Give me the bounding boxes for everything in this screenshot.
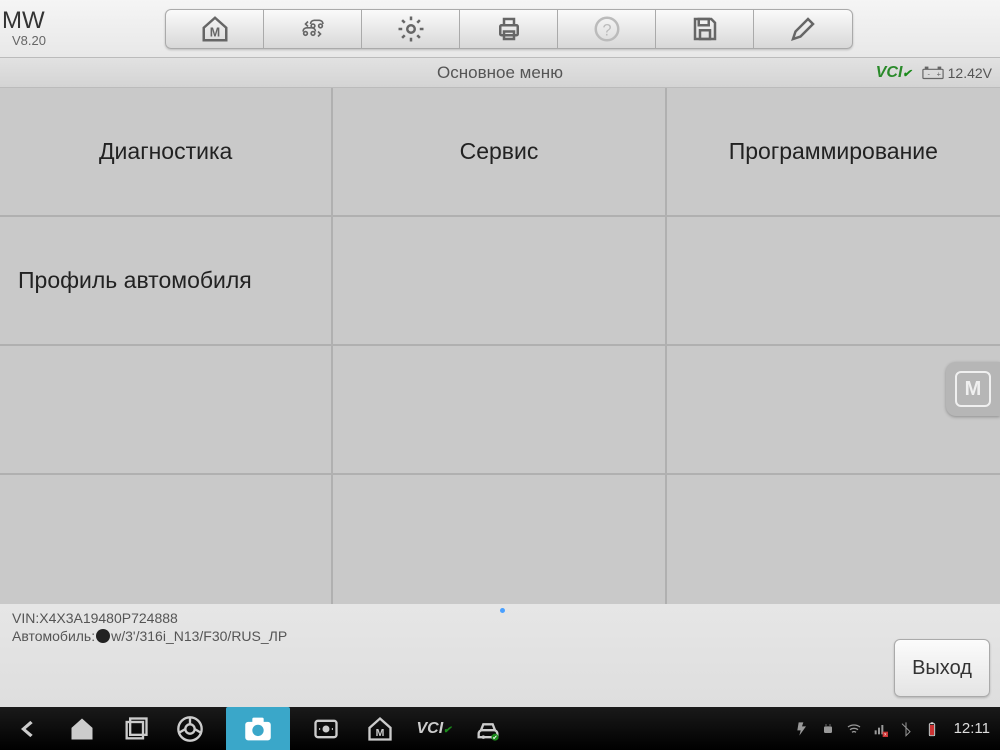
settings-button[interactable] [362, 10, 460, 48]
android-icon [820, 721, 836, 737]
bluetooth-icon [898, 721, 914, 737]
print-button[interactable] [460, 10, 558, 48]
vin-value: X4X3A19480P724888 [39, 610, 178, 626]
nav-camera-button[interactable] [226, 707, 290, 750]
nav-home-button[interactable] [64, 711, 100, 747]
page-title: Основное меню [437, 63, 563, 83]
nav-maxisys-button[interactable]: M [362, 711, 398, 747]
help-icon: ? [592, 14, 622, 44]
camera-icon [241, 712, 275, 746]
status-area: VCI✔ -+ 12.42V [876, 64, 992, 82]
nav-brightness-button[interactable] [308, 711, 344, 747]
menu-empty-cell [667, 475, 1000, 604]
menu-empty-cell [333, 217, 666, 346]
vehicle-line: Автомобиль: w/3'/316i_N13/F30/RUS_ЛР [12, 628, 988, 644]
pencil-icon [788, 14, 818, 44]
redacted-dot [96, 629, 110, 643]
page-dot-indicator [500, 608, 505, 613]
main-menu-grid: Диагностика Сервис Программирование Проф… [0, 88, 1000, 604]
toolbar-button-group: M ? [165, 9, 853, 49]
brightness-icon [312, 715, 340, 743]
system-navbar: M VCI✔ ✔ x 12:11 [0, 707, 1000, 750]
svg-text:-: - [927, 69, 930, 78]
menu-empty-cell [0, 346, 333, 475]
brand-area: MW V8.20 [0, 9, 165, 48]
nav-back-button[interactable] [10, 711, 46, 747]
home-m-icon: M [200, 14, 230, 44]
recent-apps-icon [122, 715, 150, 743]
nav-car-button[interactable]: ✔ [470, 711, 506, 747]
menu-empty-cell [0, 475, 333, 604]
vin-label: VIN: [12, 610, 39, 626]
car-battery-icon: -+ [922, 66, 944, 80]
save-button[interactable] [656, 10, 754, 48]
subheader: Основное меню VCI✔ -+ 12.42V [0, 58, 1000, 88]
svg-text:?: ? [602, 21, 611, 39]
flash-icon [794, 721, 810, 737]
printer-icon [494, 14, 524, 44]
battery-status-icon [924, 721, 940, 737]
svg-text:✔: ✔ [493, 735, 498, 741]
footer-info: VIN:X4X3A19480P724888 Автомобиль: w/3'/3… [0, 604, 1000, 707]
menu-empty-cell [333, 475, 666, 604]
menu-item-service[interactable]: Сервис [333, 88, 666, 217]
home-icon [68, 715, 96, 743]
vehicle-value: w/3'/316i_N13/F30/RUS_ЛР [111, 628, 287, 644]
nav-chrome-button[interactable] [172, 711, 208, 747]
wifi-icon [846, 721, 862, 737]
vehicle-swap-icon [298, 14, 328, 44]
vci-badge: VCI✔ [876, 64, 912, 82]
exit-button[interactable]: Выход [894, 639, 990, 697]
edit-button[interactable] [754, 10, 852, 48]
menu-item-programming[interactable]: Программирование [667, 88, 1000, 217]
voltage-value: 12.42V [948, 65, 992, 81]
home-button[interactable]: M [166, 10, 264, 48]
car-icon: ✔ [474, 715, 502, 743]
gear-icon [396, 14, 426, 44]
floating-m-button[interactable]: M [946, 362, 1000, 416]
battery-indicator: -+ 12.42V [922, 65, 992, 81]
menu-empty-cell [667, 217, 1000, 346]
home-m-icon: M [366, 715, 394, 743]
nav-recent-button[interactable] [118, 711, 154, 747]
m-icon: M [955, 371, 991, 407]
menu-item-vehicle-profile[interactable]: Профиль автомобиля [0, 217, 333, 346]
vehicle-label: Автомобиль: [12, 628, 95, 644]
menu-item-diagnostics[interactable]: Диагностика [0, 88, 333, 217]
top-toolbar: MW V8.20 M ? [0, 0, 1000, 58]
clock: 12:11 [954, 720, 990, 737]
network-x-icon: x [872, 721, 888, 737]
back-icon [14, 715, 42, 743]
brand-name: MW [2, 9, 165, 33]
nav-vci-button[interactable]: VCI✔ [416, 711, 452, 747]
svg-text:+: + [936, 69, 940, 78]
brand-version: V8.20 [2, 33, 165, 48]
help-button[interactable]: ? [558, 10, 656, 48]
svg-text:M: M [209, 25, 219, 39]
menu-empty-cell [333, 346, 666, 475]
vci-icon: VCI✔ [416, 720, 451, 738]
vehicle-button[interactable] [264, 10, 362, 48]
chrome-icon [176, 715, 204, 743]
save-icon [690, 14, 720, 44]
svg-text:M: M [376, 727, 385, 739]
system-tray[interactable]: x 12:11 [794, 720, 990, 737]
